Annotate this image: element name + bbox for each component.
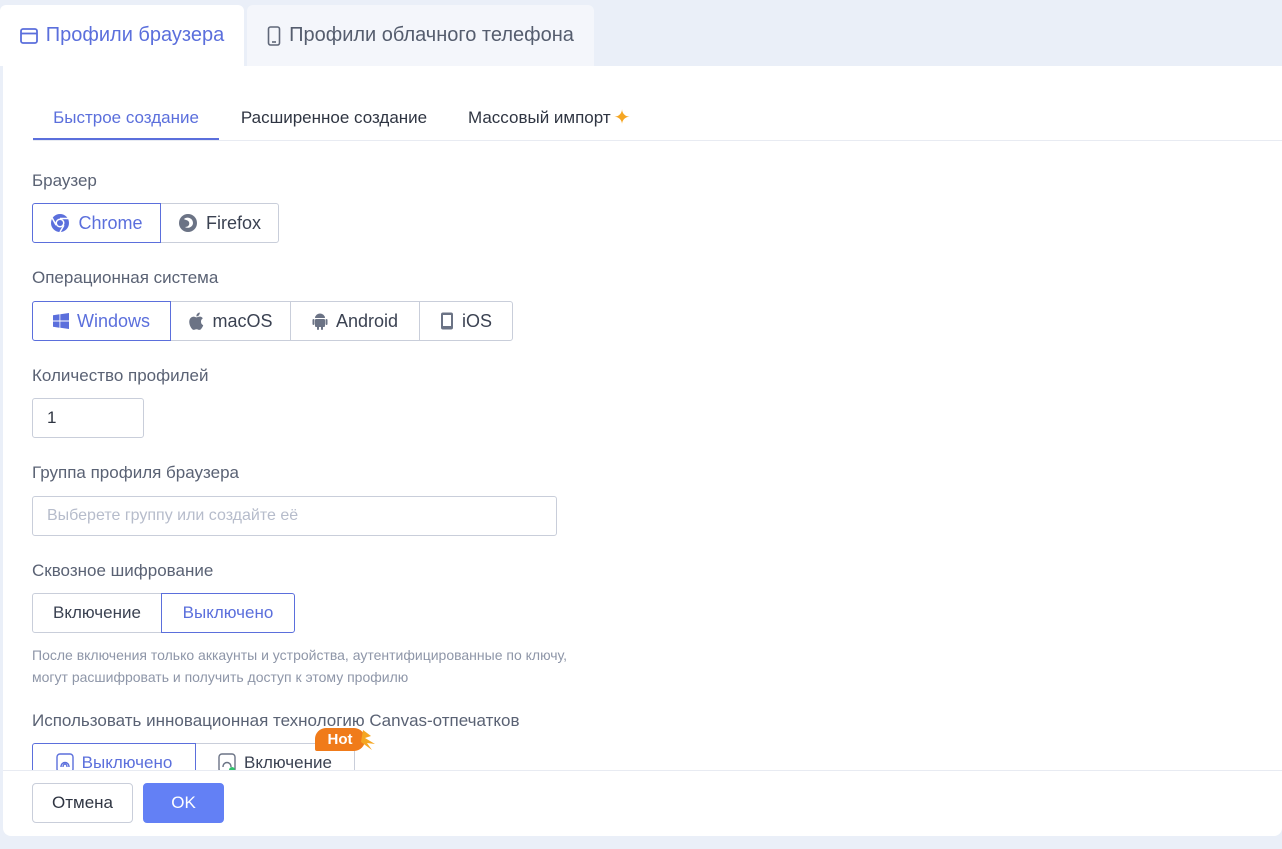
hot-badge-label: Hot	[315, 728, 365, 751]
windows-icon	[52, 313, 69, 329]
os-option-ios[interactable]: iOS	[419, 301, 513, 341]
tab-quick-create-label: Быстрое создание	[53, 107, 199, 127]
android-icon	[312, 313, 328, 330]
tab-browser-profiles[interactable]: Профили браузера	[0, 5, 244, 66]
encryption-hint-line2: могут расшифровать и получить доступ к э…	[32, 669, 409, 685]
profile-count-input[interactable]	[32, 398, 144, 438]
fingerprint-check-icon	[218, 753, 236, 770]
top-tabs: Профили браузера Профили облачного телеф…	[0, 5, 594, 66]
tab-bulk-import[interactable]: Массовый импорт ✦	[468, 94, 630, 141]
os-label: Операционная система	[32, 268, 219, 287]
ok-button[interactable]: OK	[143, 783, 224, 823]
create-profile-panel: Быстрое создание Расширенное создание Ма…	[3, 66, 1282, 836]
tab-advanced-create[interactable]: Расширенное создание	[219, 94, 449, 141]
sub-tabs: Быстрое создание Расширенное создание Ма…	[33, 94, 630, 141]
encryption-option-off[interactable]: Выключено	[161, 593, 295, 633]
tab-quick-create[interactable]: Быстрое создание	[33, 94, 219, 141]
os-option-ios-label: iOS	[461, 310, 492, 331]
phone-icon	[267, 25, 281, 46]
canvas-label: Использовать инновационная технологию Ca…	[32, 711, 520, 730]
encryption-option-on[interactable]: Включение	[32, 593, 162, 633]
tab-cloud-phone-profiles[interactable]: Профили облачного телефона	[247, 5, 594, 66]
ios-phone-icon	[440, 312, 453, 330]
browser-option-chrome-label: Chrome	[78, 212, 143, 233]
group-select-input[interactable]	[32, 496, 557, 536]
browser-label: Браузер	[32, 171, 97, 190]
footer-divider	[3, 770, 1282, 771]
sparkle-icon: ✦	[613, 107, 631, 129]
form-content: Быстрое создание Расширенное создание Ма…	[3, 66, 1282, 770]
tab-advanced-create-label: Расширенное создание	[240, 107, 428, 127]
browser-option-firefox-label: Firefox	[205, 212, 261, 233]
os-option-macos-label: macOS	[212, 310, 273, 331]
browser-option-firefox[interactable]: Firefox	[160, 203, 279, 243]
hot-badge: Hot	[315, 728, 377, 752]
fingerprint-icon	[55, 753, 74, 770]
cancel-button[interactable]: Отмена	[32, 783, 133, 823]
apple-icon	[189, 312, 204, 330]
os-option-windows[interactable]: Windows	[32, 301, 171, 341]
encryption-label: Сквозное шифрование	[32, 561, 214, 580]
canvas-selector: Выключено Включение	[32, 743, 355, 770]
sub-tabs-divider	[33, 140, 1282, 141]
os-selector: Windows macOS Android iOS	[32, 301, 513, 341]
group-label: Группа профиля браузера	[32, 463, 239, 482]
chrome-icon	[51, 214, 70, 233]
firefox-icon	[178, 214, 197, 232]
canvas-option-on-label: Включение	[244, 753, 332, 770]
tab-browser-profiles-label: Профили браузера	[45, 24, 225, 46]
encryption-selector: Включение Выключено	[32, 593, 295, 633]
os-option-android-label: Android	[335, 310, 399, 331]
canvas-option-off[interactable]: Выключено	[32, 743, 196, 770]
profile-count-label: Количество профилей	[32, 366, 209, 385]
tab-bulk-import-label: Массовый импорт	[468, 107, 611, 127]
browser-selector: Chrome Firefox	[32, 203, 279, 243]
os-option-macos[interactable]: macOS	[170, 301, 291, 341]
os-option-windows-label: Windows	[76, 310, 151, 331]
encryption-hint: После включения только аккаунты и устрой…	[32, 644, 567, 688]
browser-window-icon	[19, 27, 38, 44]
encryption-option-off-label: Выключено	[182, 603, 274, 622]
tab-cloud-phone-profiles-label: Профили облачного телефона	[289, 24, 574, 46]
encryption-option-on-label: Включение	[53, 603, 141, 622]
browser-option-chrome[interactable]: Chrome	[32, 203, 161, 243]
flame-icon	[361, 730, 375, 750]
encryption-hint-line1: После включения только аккаунты и устрой…	[32, 647, 568, 663]
canvas-option-off-label: Выключено	[81, 753, 173, 770]
os-option-android[interactable]: Android	[290, 301, 420, 341]
